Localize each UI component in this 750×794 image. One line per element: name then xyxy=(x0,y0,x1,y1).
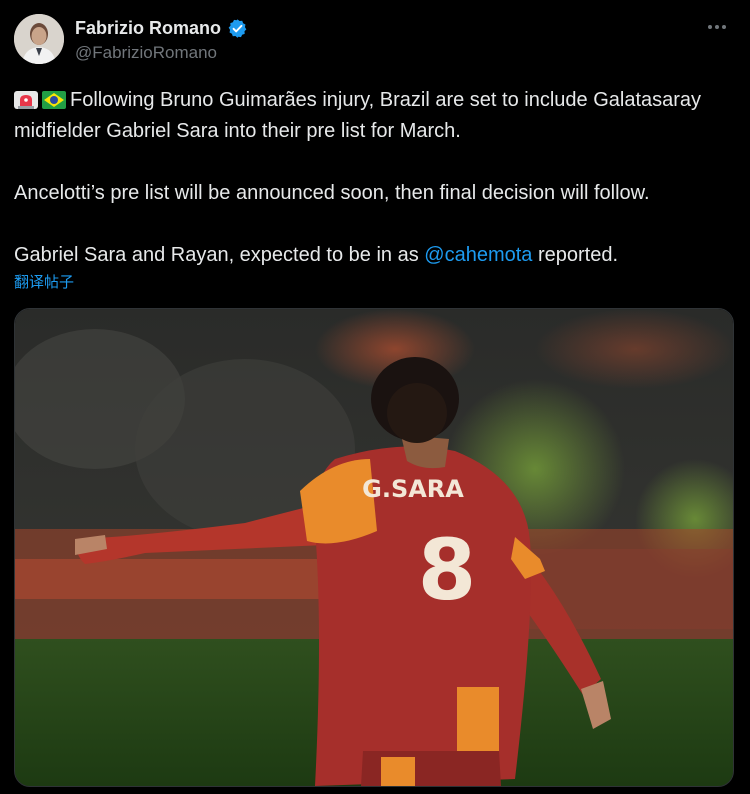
mention-link[interactable]: @cahemota xyxy=(424,244,532,266)
brazil-flag-icon xyxy=(42,91,66,109)
tweet-paragraph-1-text: Following Bruno Guimarães injury, Brazil… xyxy=(14,89,702,142)
author-avatar[interactable] xyxy=(14,14,64,64)
author-display-name[interactable]: Fabrizio Romano xyxy=(75,18,221,39)
jersey-name-text: G.SARA xyxy=(362,475,464,503)
tweet-paragraph-1: Following Bruno Guimarães injury, Brazil… xyxy=(14,85,739,147)
tweet-paragraph-3-after: reported. xyxy=(532,244,619,266)
tweet-paragraph-3: Gabriel Sara and Rayan, expected to be i… xyxy=(14,240,739,271)
author-handle[interactable]: @FabrizioRomano xyxy=(75,43,217,63)
translate-post-link[interactable]: 翻译帖子 xyxy=(14,271,74,292)
tweet-media-image[interactable]: G.SARA 8 xyxy=(14,308,734,787)
more-options-icon[interactable] xyxy=(704,14,730,40)
tweet-paragraph-2: Ancelotti’s pre list will be announced s… xyxy=(14,182,650,204)
author-name-row: Fabrizio Romano xyxy=(75,18,248,39)
tweet-text: Following Bruno Guimarães injury, Brazil… xyxy=(14,85,739,271)
rotating-light-icon xyxy=(14,91,38,109)
jersey-number-text: 8 xyxy=(418,521,476,619)
verified-badge-icon xyxy=(228,19,247,38)
tweet-paragraph-3-before: Gabriel Sara and Rayan, expected to be i… xyxy=(14,244,425,266)
